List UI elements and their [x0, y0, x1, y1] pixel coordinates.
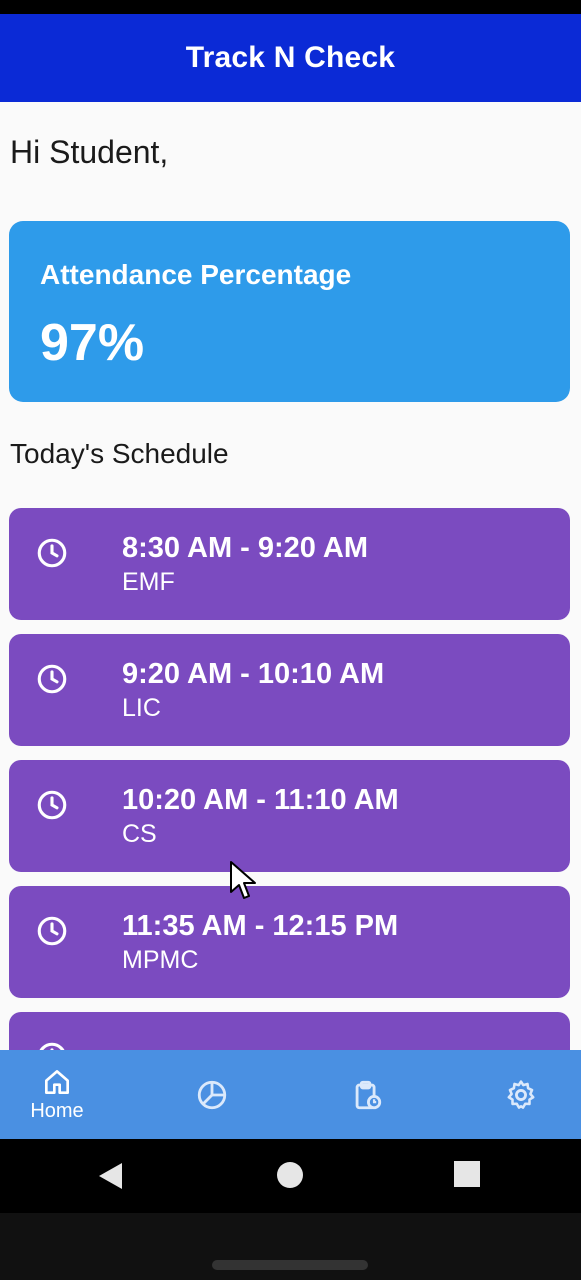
clock-icon: [37, 664, 67, 694]
home-button-icon[interactable]: [276, 1161, 304, 1189]
gesture-handle[interactable]: [212, 1260, 368, 1270]
schedule-time: 8:30 AM - 9:20 AM: [122, 532, 369, 564]
schedule-subject: EMF: [122, 568, 175, 596]
home-icon: [45, 1070, 69, 1094]
gesture-area: [0, 1213, 581, 1280]
clock-icon: [37, 790, 67, 820]
status-bar: [0, 0, 581, 14]
bottom-navigation: Home: [0, 1050, 581, 1139]
recents-icon[interactable]: [454, 1161, 480, 1187]
nav-settings[interactable]: [466, 1050, 576, 1139]
app-bar: Track N Check: [0, 14, 581, 102]
nav-statistics[interactable]: [157, 1050, 267, 1139]
schedule-item[interactable]: 11:35 AM - 12:15 PM MPMC: [9, 886, 570, 998]
nav-records[interactable]: [312, 1050, 422, 1139]
pie-chart-icon: [197, 1080, 227, 1109]
clock-icon: [37, 538, 67, 568]
app-title: Track N Check: [185, 41, 396, 74]
schedule-item[interactable]: 9:20 AM - 10:10 AM LIC: [9, 634, 570, 746]
clipboard-icon: [355, 1080, 382, 1109]
clock-icon: [37, 916, 67, 946]
schedule-item[interactable]: 10:20 AM - 11:10 AM CS: [9, 760, 570, 872]
schedule-subject: CS: [122, 820, 157, 848]
schedule-subject: LIC: [122, 694, 161, 722]
schedule-list: 8:30 AM - 9:20 AM EMF 9:20 AM - 10:10 AM…: [9, 508, 570, 1050]
schedule-heading: Today's Schedule: [10, 438, 229, 469]
back-icon[interactable]: [96, 1161, 124, 1191]
attendance-label: Attendance Percentage: [40, 259, 352, 290]
nav-home-label: Home: [30, 1100, 84, 1122]
nav-home[interactable]: Home: [2, 1050, 112, 1139]
greeting-text: Hi Student,: [10, 134, 169, 170]
mouse-cursor-icon: [230, 861, 256, 899]
attendance-card[interactable]: Attendance Percentage 97%: [9, 221, 570, 402]
gear-icon: [507, 1079, 535, 1109]
schedule-time: 11:35 AM - 12:15 PM: [122, 910, 399, 942]
attendance-value: 97%: [40, 314, 145, 372]
schedule-time: 9:20 AM - 10:10 AM: [122, 658, 385, 690]
schedule-item[interactable]: 8:30 AM - 9:20 AM EMF: [9, 508, 570, 620]
schedule-time: 10:20 AM - 11:10 AM: [122, 784, 399, 816]
clock-icon: [39, 1042, 65, 1050]
system-navigation-bar: [0, 1139, 581, 1213]
schedule-item-partial[interactable]: [9, 1012, 570, 1050]
home-screen[interactable]: Hi Student, Attendance Percentage 97% To…: [0, 102, 581, 1050]
schedule-subject: MPMC: [122, 946, 199, 974]
